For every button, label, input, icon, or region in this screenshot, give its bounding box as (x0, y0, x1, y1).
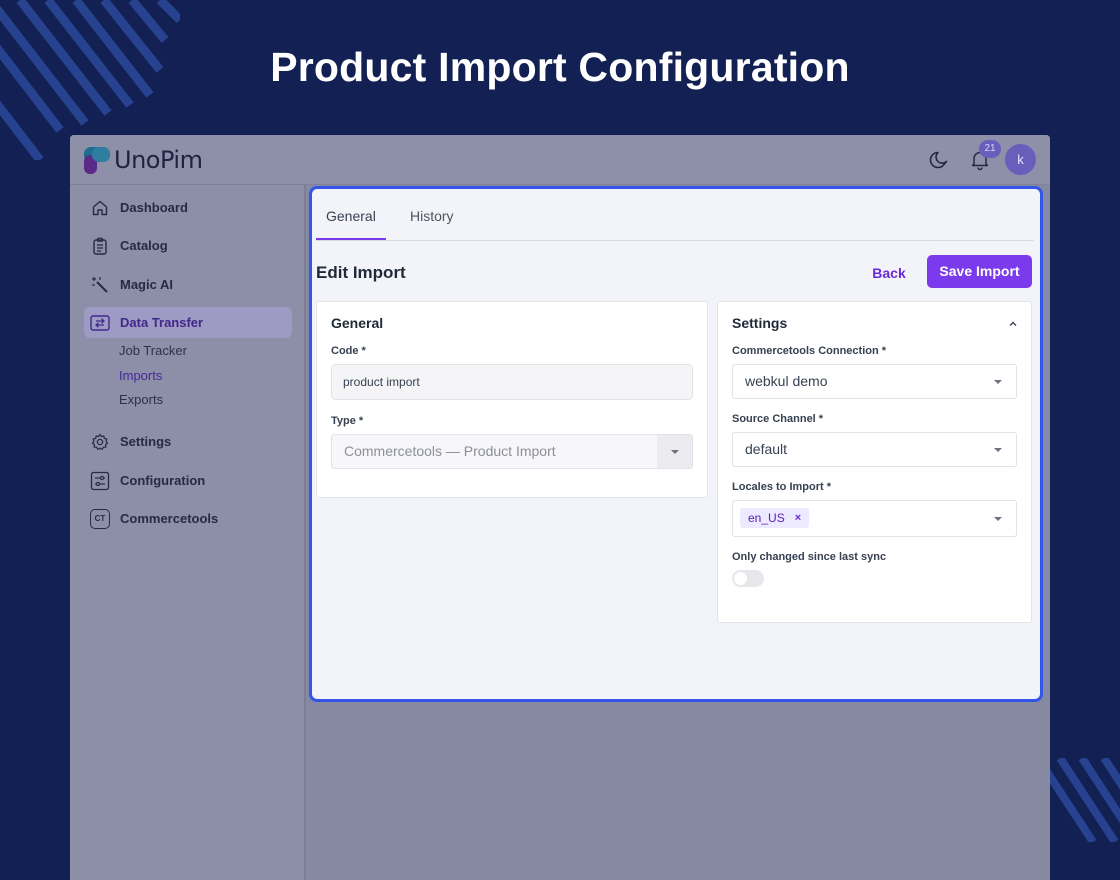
locale-chip-label: en_US (748, 511, 785, 525)
sidebar-item-label: Data Transfer (120, 315, 204, 330)
notification-count-badge: 21 (979, 139, 1001, 158)
sidebar-subitem-job-tracker[interactable]: Job Tracker (119, 343, 187, 358)
locales-label: Locales to Import * (732, 481, 832, 493)
notifications-button[interactable]: 21 (969, 139, 1001, 171)
sidebar-item-settings[interactable]: Settings (84, 426, 292, 457)
sidebar-item-configuration[interactable]: Configuration (84, 465, 292, 496)
edit-import-panel: General History Edit Import Back Save Im… (309, 186, 1043, 702)
sidebar-item-catalog[interactable]: Catalog (84, 230, 292, 261)
sidebar-subitem-imports[interactable]: Imports (119, 368, 162, 383)
sidebar-item-commercetools[interactable]: CT Commercetools (84, 503, 292, 534)
sidebar-item-label: Catalog (120, 238, 168, 253)
save-import-button[interactable]: Save Import (927, 255, 1032, 288)
edit-import-title: Edit Import (316, 263, 406, 282)
gear-icon (90, 432, 110, 452)
source-channel-select[interactable]: default (732, 432, 1017, 467)
magic-wand-icon (90, 275, 110, 295)
chip-remove-icon[interactable]: × (795, 508, 801, 528)
chevron-down-icon (994, 517, 1002, 521)
active-tab-indicator (316, 238, 386, 240)
code-label: Code * (331, 345, 366, 357)
sidebar-item-label: Magic AI (120, 277, 173, 292)
transfer-icon (90, 313, 110, 333)
settings-card-title: Settings (732, 315, 788, 331)
tab-general[interactable]: General (326, 208, 376, 224)
type-select-value: Commercetools — Product Import (344, 443, 556, 459)
locale-chip: en_US × (740, 508, 810, 528)
dark-mode-moon-icon[interactable] (929, 149, 951, 171)
sidebar-item-label: Settings (120, 434, 172, 449)
type-label: Type * (331, 415, 364, 427)
sidebar-subitem-exports[interactable]: Exports (119, 392, 163, 407)
code-field[interactable]: product import (331, 364, 693, 400)
sidebar-item-data-transfer[interactable]: Data Transfer (84, 307, 292, 338)
clipboard-icon (90, 236, 110, 256)
ct-icon: CT (90, 508, 110, 529)
settings-card: Settings Commercetools Connection * webk… (717, 301, 1032, 623)
general-card: General Code * product import Type * Com… (316, 301, 708, 498)
sidebar-item-label: Configuration (120, 473, 206, 488)
only-changed-toggle[interactable] (732, 570, 764, 587)
user-avatar[interactable]: k (1005, 144, 1036, 175)
chevron-up-icon[interactable] (1007, 318, 1019, 330)
logo[interactable]: UnoPim (84, 146, 203, 174)
source-channel-label: Source Channel * (732, 413, 824, 425)
top-bar: UnoPim 21 k (70, 135, 1050, 185)
back-button[interactable]: Back (865, 258, 913, 288)
chevron-down-icon (671, 450, 679, 454)
sidebar-item-label: Dashboard (120, 200, 188, 215)
sync-label: Only changed since last sync (732, 551, 887, 563)
page-title: Product Import Configuration (270, 44, 850, 90)
tab-bar: General History (316, 189, 1034, 241)
connection-select-value: webkul demo (745, 373, 828, 389)
source-channel-value: default (745, 441, 788, 457)
sliders-icon (90, 471, 110, 491)
chevron-down-icon (994, 380, 1002, 384)
sidebar-item-label: Commercetools (120, 511, 219, 526)
home-icon (90, 198, 110, 218)
sidebar-item-dashboard[interactable]: Dashboard (84, 192, 292, 223)
logo-mark-icon (84, 146, 110, 174)
ct-badge: CT (90, 508, 110, 529)
logo-text: UnoPim (114, 146, 203, 174)
locales-multiselect[interactable]: en_US × (732, 500, 1017, 537)
sidebar: Dashboard Catalog Magic AI Data Transfer… (70, 185, 306, 880)
connection-label: Commercetools Connection * (732, 345, 887, 357)
chevron-down-icon (994, 448, 1002, 452)
sidebar-item-magic-ai[interactable]: Magic AI (84, 269, 292, 300)
tab-history[interactable]: History (410, 208, 454, 224)
general-card-title: General (331, 315, 384, 331)
type-select-toggle (657, 435, 692, 468)
type-select[interactable]: Commercetools — Product Import (331, 434, 693, 469)
connection-select[interactable]: webkul demo (732, 364, 1017, 399)
toggle-knob (734, 572, 747, 585)
decorative-stripes-bottom-right (1048, 758, 1120, 842)
